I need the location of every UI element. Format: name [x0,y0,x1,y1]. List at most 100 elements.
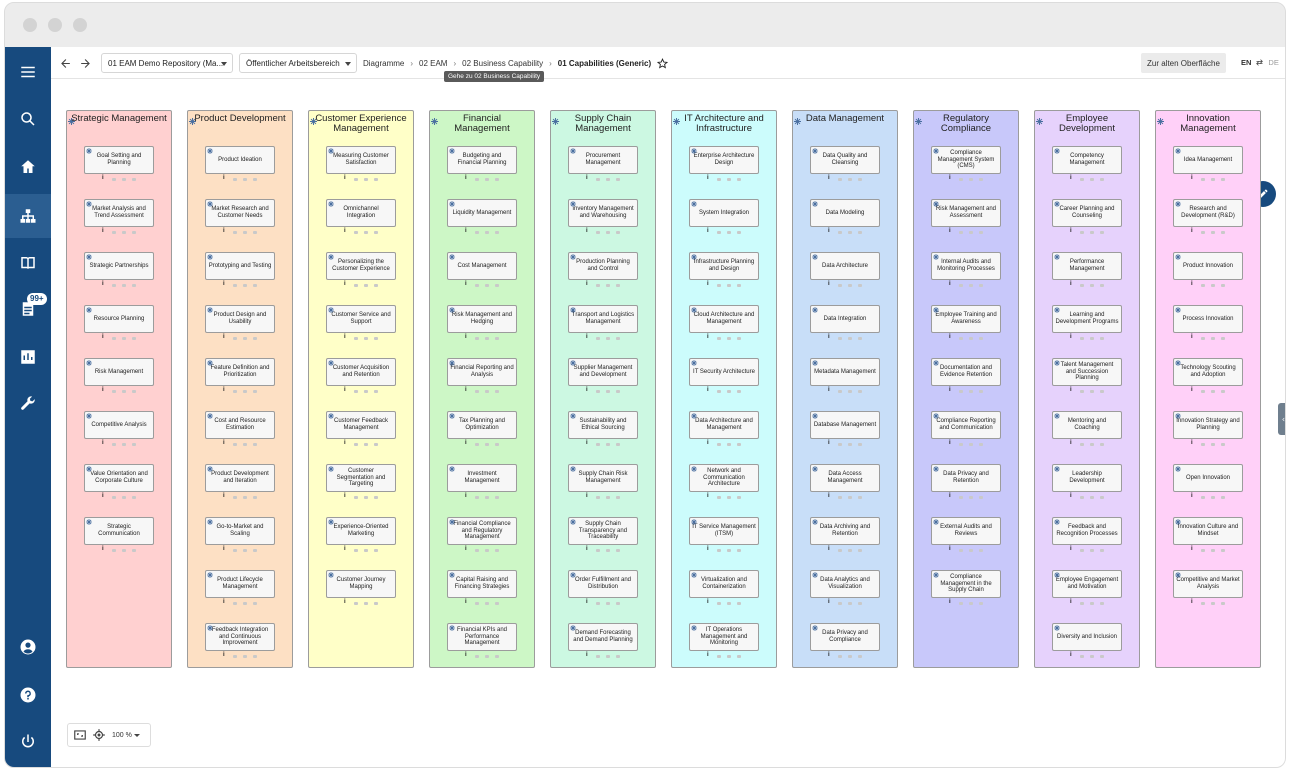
attachment-icon[interactable] [233,496,237,499]
capability-card[interactable]: Financial KPIs and Performance Managemen… [447,623,517,651]
link-icon[interactable] [1090,549,1094,552]
capability-card[interactable]: Financial Reporting and Analysis [447,358,517,386]
capability-card[interactable]: Data Access Management [810,464,880,492]
attachment-icon[interactable] [1080,390,1084,393]
attachment-icon[interactable] [112,337,116,340]
hierarchy-icon[interactable] [979,390,983,393]
hierarchy-icon[interactable] [132,231,136,234]
capability-card[interactable]: Customer Segmentation and Targeting [326,464,396,492]
attachment-icon[interactable] [717,337,721,340]
attachment-icon[interactable] [596,602,600,605]
hierarchy-icon[interactable] [1221,284,1225,287]
link-icon[interactable] [122,496,126,499]
attachment-icon[interactable] [717,443,721,446]
capability-card[interactable]: Cost Management [447,252,517,280]
capability-card[interactable]: Inventory Management and Warehousing [568,199,638,227]
capability-card[interactable]: Data Archiving and Retention [810,517,880,545]
hierarchy-icon[interactable] [495,549,499,552]
info-icon[interactable]: i [223,228,225,234]
capability-card[interactable]: Supply Chain Risk Management [568,464,638,492]
hierarchy-icon[interactable] [374,178,378,181]
info-icon[interactable]: i [586,493,588,499]
capability-card[interactable]: Risk Management and Hedging [447,305,517,333]
info-icon[interactable]: i [223,652,225,658]
capability-card[interactable]: Strategic Partnerships [84,252,154,280]
link-icon[interactable] [1090,337,1094,340]
attachment-icon[interactable] [717,549,721,552]
attachment-icon[interactable] [1201,549,1205,552]
info-icon[interactable]: i [1070,228,1072,234]
hierarchy-icon[interactable] [253,178,257,181]
info-icon[interactable]: i [1070,440,1072,446]
info-icon[interactable]: i [707,440,709,446]
capability-card[interactable]: Customer Journey Mapping [326,570,396,598]
link-icon[interactable] [727,443,731,446]
capability-column[interactable]: Supply Chain Management Procurement Manag… [550,110,656,668]
attachment-icon[interactable] [475,655,479,658]
window-minimize-dot[interactable] [48,18,62,32]
capability-card[interactable]: Risk Management and Assessment [931,199,1001,227]
capability-card[interactable]: Demand Forecasting and Demand Planning [568,623,638,651]
attachment-icon[interactable] [1080,443,1084,446]
link-icon[interactable] [848,284,852,287]
side-panel-toggle[interactable] [1278,403,1285,435]
link-icon[interactable] [969,549,973,552]
attachment-icon[interactable] [475,231,479,234]
info-icon[interactable]: i [465,493,467,499]
info-icon[interactable]: i [707,652,709,658]
capability-card[interactable]: Data Modeling [810,199,880,227]
capability-card[interactable]: Data Integration [810,305,880,333]
attachment-icon[interactable] [838,496,842,499]
attachment-icon[interactable] [838,231,842,234]
link-icon[interactable] [485,178,489,181]
hierarchy-icon[interactable] [495,178,499,181]
attachment-icon[interactable] [354,390,358,393]
link-icon[interactable] [122,443,126,446]
capability-card[interactable]: External Audits and Reviews [931,517,1001,545]
capability-card[interactable]: Documentation and Evidence Retention [931,358,1001,386]
link-icon[interactable] [969,284,973,287]
attachment-icon[interactable] [354,496,358,499]
info-icon[interactable]: i [1191,387,1193,393]
capability-card[interactable]: Product Design and Usability [205,305,275,333]
info-icon[interactable]: i [828,440,830,446]
link-icon[interactable] [364,443,368,446]
info-icon[interactable]: i [344,281,346,287]
attachment-icon[interactable] [475,178,479,181]
capability-card[interactable]: Cloud Architecture and Management [689,305,759,333]
link-icon[interactable] [243,496,247,499]
info-icon[interactable]: i [707,493,709,499]
attachment-icon[interactable] [717,655,721,658]
hierarchy-icon[interactable] [858,284,862,287]
hierarchy-icon[interactable] [253,337,257,340]
capability-column[interactable]: IT Architecture and Infrastructure Enterp… [671,110,777,668]
info-icon[interactable]: i [586,175,588,181]
capability-card[interactable]: Employee Training and Awareness [931,305,1001,333]
info-icon[interactable]: i [344,493,346,499]
hierarchy-icon[interactable] [858,443,862,446]
attachment-icon[interactable] [1080,655,1084,658]
link-icon[interactable] [606,231,610,234]
attachment-icon[interactable] [475,443,479,446]
link-icon[interactable] [1090,443,1094,446]
capability-card[interactable]: Product Ideation [205,146,275,174]
link-icon[interactable] [364,549,368,552]
capability-card[interactable]: Performance Management [1052,252,1122,280]
capability-card[interactable]: Personalizing the Customer Experience [326,252,396,280]
info-icon[interactable]: i [223,599,225,605]
attachment-icon[interactable] [959,231,963,234]
attachment-icon[interactable] [1201,337,1205,340]
link-icon[interactable] [848,549,852,552]
hierarchy-icon[interactable] [1221,337,1225,340]
diagrams-button[interactable] [5,194,51,238]
attachment-icon[interactable] [354,602,358,605]
attachment-icon[interactable] [233,602,237,605]
hierarchy-icon[interactable] [495,602,499,605]
attachment-icon[interactable] [717,602,721,605]
link-icon[interactable] [122,390,126,393]
attachment-icon[interactable] [475,549,479,552]
link-icon[interactable] [1211,549,1215,552]
hierarchy-icon[interactable] [858,390,862,393]
info-icon[interactable]: i [223,281,225,287]
hierarchy-icon[interactable] [979,443,983,446]
